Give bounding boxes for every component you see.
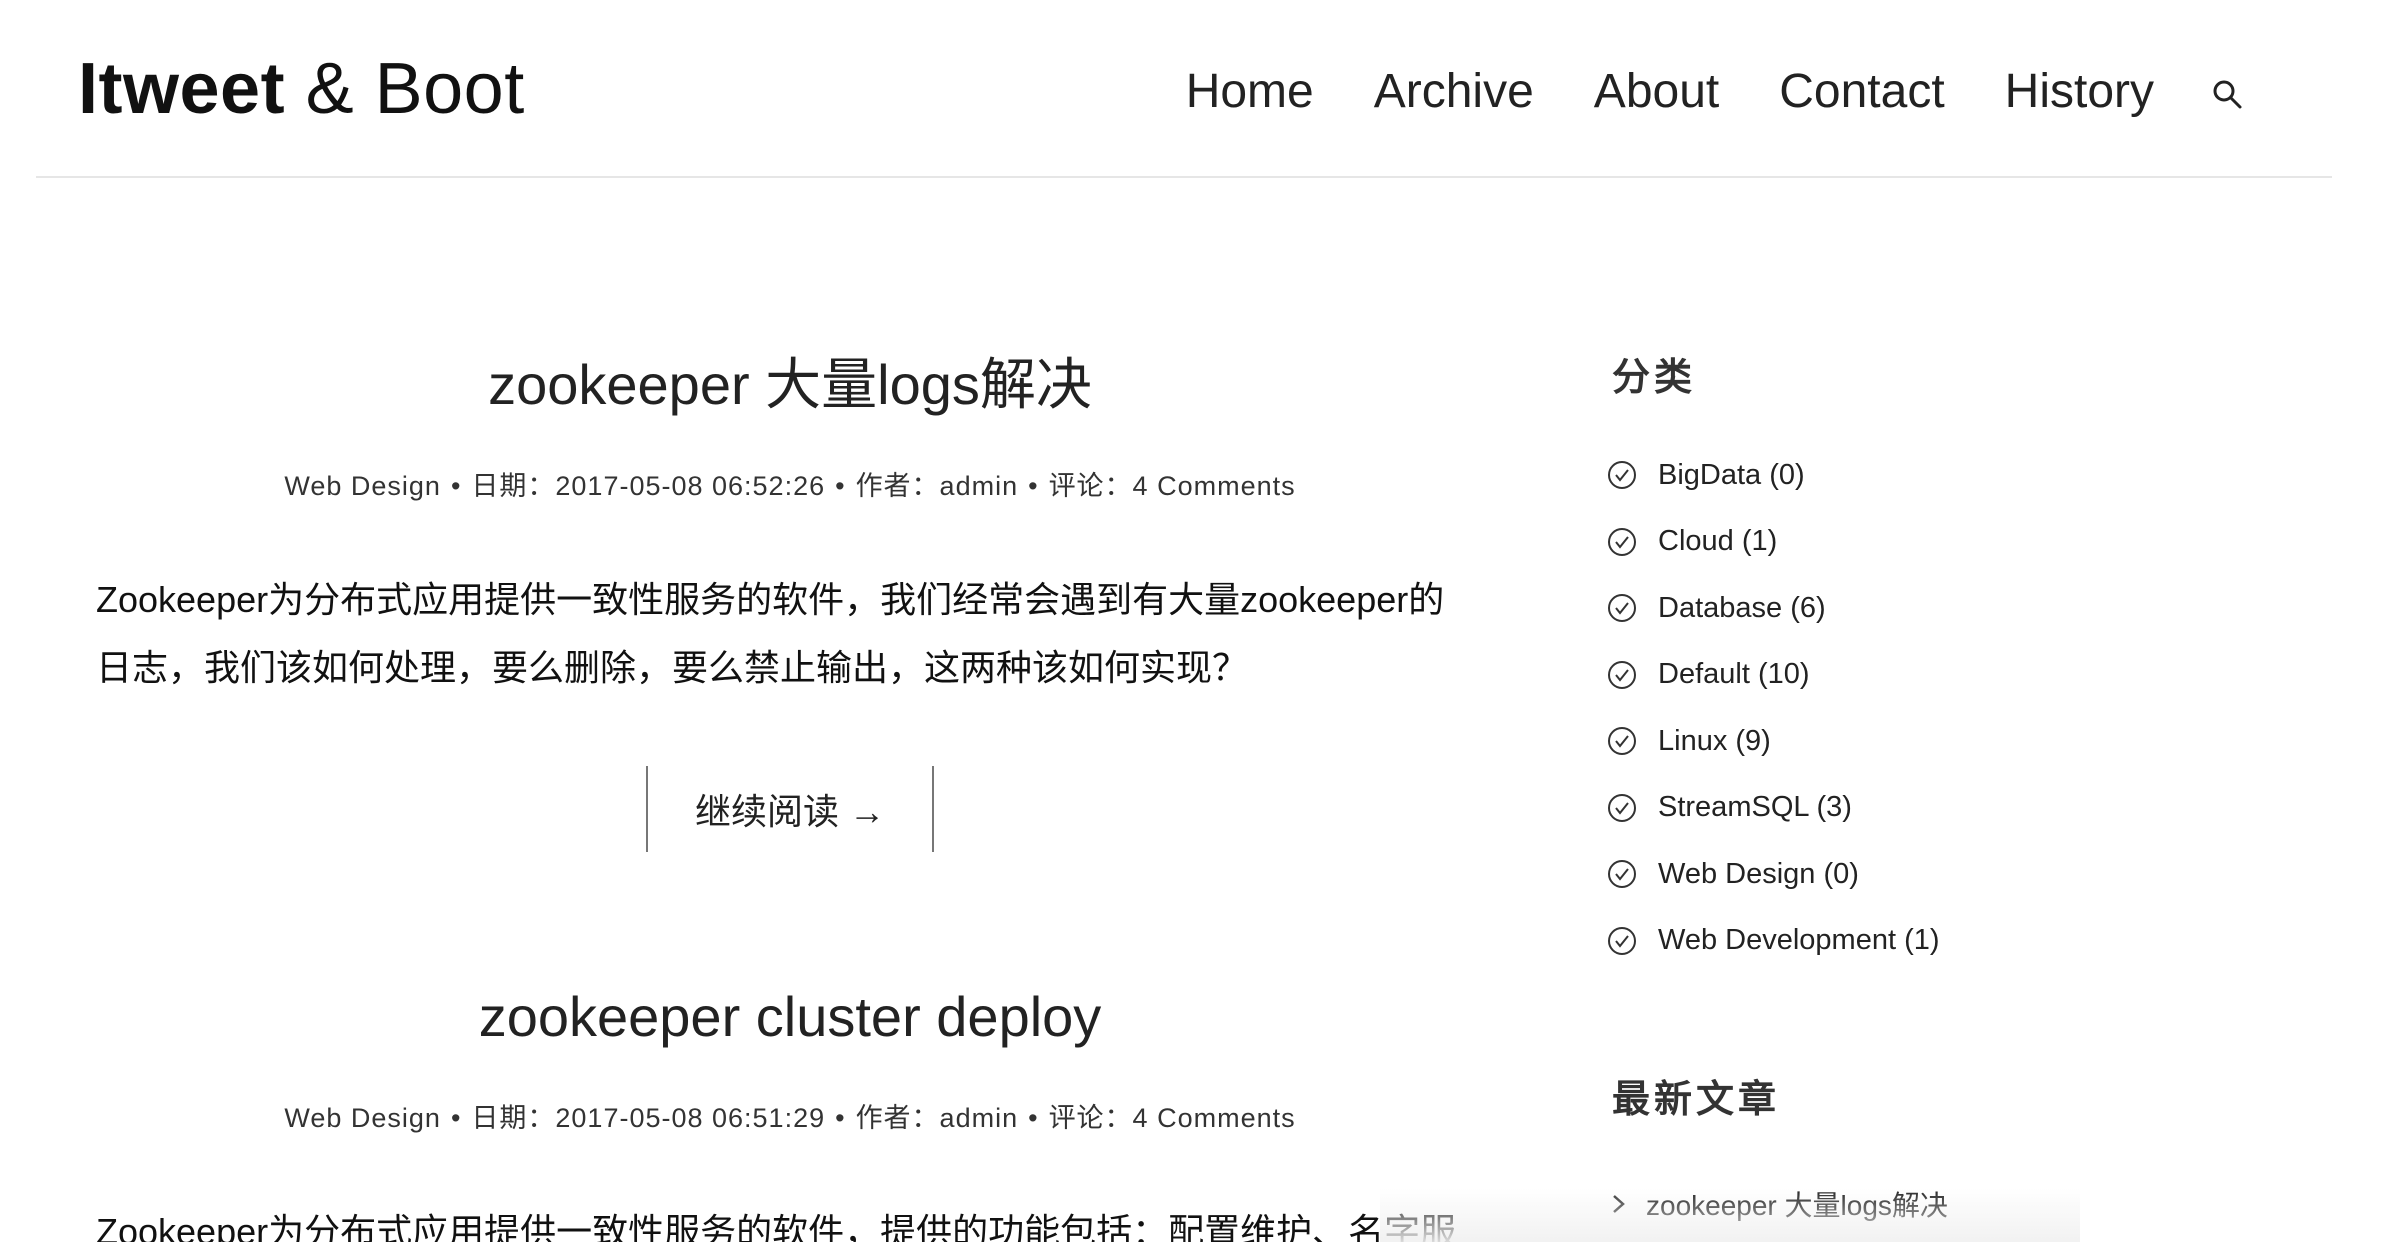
category-label[interactable]: StreamSQL (3): [1658, 791, 1852, 824]
page: Itweet & Boot Home Archive About Contact…: [0, 0, 2394, 1242]
nav-contact[interactable]: Contact: [1779, 62, 1944, 122]
meta-separator: •: [835, 471, 846, 501]
logo-light: Boot: [374, 49, 525, 129]
read-more-button[interactable]: 继续阅读 →: [646, 766, 934, 852]
post-date: 日期：2017-05-08 06:51:29: [471, 1103, 826, 1133]
nav-home[interactable]: Home: [1186, 62, 1314, 122]
post-author[interactable]: 作者：admin: [856, 471, 1019, 501]
excerpt-line: 日志，我们该如何处理，要么删除，要么禁止输出，这两种该如何实现？: [96, 647, 1249, 688]
category-label[interactable]: BigData (0): [1658, 459, 1805, 492]
meta-separator: •: [835, 1103, 846, 1133]
recent-post-item[interactable]: zookeeper 大量logs解决: [1610, 1170, 1948, 1238]
logo-amp: &: [305, 49, 355, 129]
category-list: BigData (0) Cloud (1) Database (6) Defau…: [1606, 442, 1940, 974]
nav-about[interactable]: About: [1594, 62, 1719, 122]
recent-post-link[interactable]: zookeeper 大量logs解决: [1646, 1184, 1948, 1224]
chevron-right-icon: [1610, 1190, 1628, 1218]
nav-archive[interactable]: Archive: [1374, 62, 1534, 122]
categories-widget-title: 分类: [1612, 354, 1697, 399]
category-item[interactable]: Cloud (1): [1606, 509, 1940, 576]
post-comments[interactable]: 评论：4 Comments: [1049, 1103, 1296, 1133]
search-icon[interactable]: [2210, 77, 2244, 111]
post-title[interactable]: zookeeper cluster deploy: [0, 982, 1580, 1052]
excerpt-line: Zookeeper为分布式应用提供一致性服务的软件，我们经常会遇到有大量zook…: [96, 579, 1445, 620]
check-circle-icon: [1606, 925, 1638, 957]
post-meta: Web Design • 日期：2017-05-08 06:52:26 • 作者：adm…: [0, 468, 1580, 504]
category-item[interactable]: StreamSQL (3): [1606, 775, 1940, 842]
post-category[interactable]: Web Design: [284, 1103, 441, 1133]
logo-strong: Itweet: [78, 49, 286, 129]
category-label[interactable]: Linux (9): [1658, 725, 1771, 758]
excerpt-line: Zookeeper为分布式应用提供一致性服务的软件，提供的功能包括：配置维护、名…: [96, 1211, 1457, 1242]
post-excerpt: Zookeeper为分布式应用提供一致性服务的软件，我们经常会遇到有大量zook…: [96, 566, 1496, 702]
check-circle-icon: [1606, 725, 1638, 757]
header-divider: [36, 176, 2332, 178]
post-comments[interactable]: 评论：4 Comments: [1049, 471, 1296, 501]
check-circle-icon: [1606, 858, 1638, 890]
category-item[interactable]: Web Design (0): [1606, 841, 1940, 908]
category-item[interactable]: Default (10): [1606, 642, 1940, 709]
post-excerpt: Zookeeper为分布式应用提供一致性服务的软件，提供的功能包括：配置维护、名…: [96, 1198, 1496, 1242]
check-circle-icon: [1606, 459, 1638, 491]
meta-separator: •: [1028, 1103, 1039, 1133]
category-label[interactable]: Web Development (1): [1658, 924, 1940, 957]
category-label[interactable]: Default (10): [1658, 658, 1810, 691]
recent-posts-widget-title: 最新文章: [1612, 1076, 1781, 1121]
nav-history[interactable]: History: [2005, 62, 2154, 122]
meta-separator: •: [450, 471, 462, 501]
category-label[interactable]: Cloud (1): [1658, 525, 1777, 558]
post-meta: Web Design • 日期：2017-05-08 06:51:29 • 作者：adm…: [0, 1100, 1580, 1136]
category-item[interactable]: BigData (0): [1606, 442, 1940, 509]
recent-posts-list: zookeeper 大量logs解决: [1610, 1170, 1948, 1238]
post-author[interactable]: 作者：admin: [856, 1103, 1019, 1133]
category-label[interactable]: Web Design (0): [1658, 858, 1859, 891]
site-logo[interactable]: Itweet & Boot: [78, 44, 525, 134]
category-item[interactable]: Linux (9): [1606, 708, 1940, 775]
category-item[interactable]: Database (6): [1606, 575, 1940, 642]
category-label[interactable]: Database (6): [1658, 592, 1826, 625]
site-header: Itweet & Boot Home Archive About Contact…: [0, 0, 2394, 178]
check-circle-icon: [1606, 526, 1638, 558]
main-nav: Home Archive About Contact History: [1126, 62, 2244, 122]
check-circle-icon: [1606, 659, 1638, 691]
post-date: 日期：2017-05-08 06:52:26: [471, 471, 826, 501]
post-title[interactable]: zookeeper 大量logs解决: [0, 350, 1580, 420]
post-category[interactable]: Web Design: [284, 471, 441, 501]
check-circle-icon: [1606, 792, 1638, 824]
check-circle-icon: [1606, 592, 1638, 624]
meta-separator: •: [450, 1103, 462, 1133]
category-item[interactable]: Web Development (1): [1606, 908, 1940, 975]
meta-separator: •: [1028, 471, 1039, 501]
